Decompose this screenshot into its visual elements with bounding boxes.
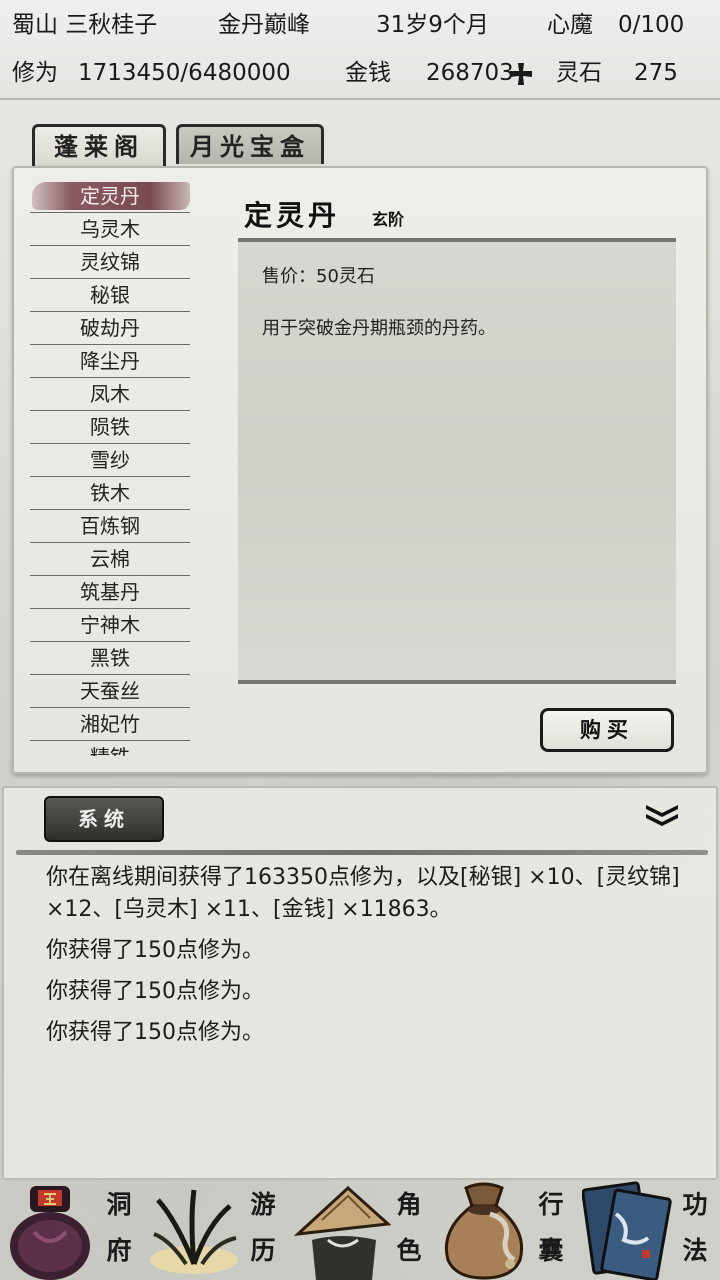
money-label: 金钱 (345, 60, 391, 86)
shop-item-label: 破劫丹 (80, 316, 140, 340)
money-value: 268703 (426, 60, 514, 86)
cave-bag-icon (10, 1186, 90, 1280)
log-line: 你获得了150点修为。 (46, 938, 264, 963)
shop-item-label: 筑基丹 (80, 580, 140, 604)
nav-travel-label-bottom: 历 (250, 1236, 276, 1265)
shop-item-label: 乌灵木 (80, 217, 140, 241)
shop-item[interactable]: 秘银 (30, 279, 190, 312)
cultivation-value: 1713450/6480000 (78, 60, 291, 86)
shop-item-label: 铁木 (90, 481, 130, 505)
shop-item[interactable]: 筑基丹 (30, 576, 190, 609)
nav-travel-label-top: 游 (250, 1190, 276, 1219)
log-line: 你在离线期间获得了163350点修为，以及[秘银] ×10、[灵纹锦] ×12、… (46, 865, 680, 922)
message-log-panel: 系统 你在离线期间获得了163350点修为，以及[秘银] ×10、[灵纹锦] ×… (2, 786, 718, 1180)
shop-item[interactable]: 降尘丹 (30, 345, 190, 378)
shop-item-label: 宁神木 (80, 613, 140, 637)
straw-hat-icon (293, 1185, 392, 1280)
scroll-books-icon (582, 1181, 672, 1280)
log-line: 你获得了150点修为。 (46, 1020, 264, 1045)
shop-item-label: 雪纱 (90, 448, 130, 472)
shop-item-label: 百炼钢 (80, 514, 140, 538)
bottom-nav: 洞 府 游 历 角 色 行 囊 功 法 (0, 1180, 720, 1280)
nav-character[interactable]: 角 色 (292, 1180, 434, 1280)
shop-panel: 定灵丹乌灵木灵纹锦秘银破劫丹降尘丹凤木陨铁雪纱铁木百炼钢云棉筑基丹宁神木黑铁天蚕… (12, 166, 708, 774)
shop-item[interactable]: 湘妃竹 (30, 708, 190, 741)
item-grade: 玄阶 (372, 210, 405, 229)
shop-item-label: 灵纹锦 (80, 250, 140, 274)
nav-cave-label-top: 洞 (106, 1190, 132, 1219)
shop-item-label: 天蚕丝 (80, 679, 140, 703)
demon-label: 心魔 (547, 12, 593, 38)
double-chevron-down-icon[interactable] (644, 802, 680, 828)
cultivation-label: 修为 (12, 60, 58, 86)
shop-item-label: 秘银 (90, 283, 130, 307)
nav-inventory-label-top: 行 (538, 1190, 564, 1219)
shop-item[interactable]: 云棉 (30, 543, 190, 576)
age-text: 31岁9个月 (376, 12, 489, 38)
shop-item[interactable]: 宁神木 (30, 609, 190, 642)
shop-item-label: 精铁 (90, 745, 130, 756)
plus-icon[interactable] (508, 61, 534, 87)
nav-character-label-top: 角 (396, 1190, 422, 1219)
item-price: 售价：50灵石 (262, 266, 375, 287)
nav-inventory-label-bottom: 囊 (538, 1236, 564, 1265)
item-description: 用于突破金丹期瓶颈的丹药。 (262, 318, 496, 339)
shop-item[interactable]: 雪纱 (30, 444, 190, 477)
nav-character-label-bottom: 色 (396, 1236, 422, 1265)
spirit-stone-label: 灵石 (556, 60, 602, 86)
shop-item-label: 凤木 (90, 382, 130, 406)
shop-item[interactable]: 陨铁 (30, 411, 190, 444)
shop-item[interactable]: 黑铁 (30, 642, 190, 675)
nav-skills-label-bottom: 法 (682, 1236, 708, 1265)
realm-text: 金丹巅峰 (218, 12, 310, 38)
demon-value: 0/100 (618, 12, 685, 38)
buy-button[interactable]: 购买 (540, 708, 674, 752)
shop-item-label: 湘妃竹 (80, 712, 140, 736)
nav-skills-label-top: 功 (682, 1190, 708, 1219)
tab-penglai[interactable]: 蓬莱阁 (32, 124, 166, 168)
shop-item[interactable]: 凤木 (30, 378, 190, 411)
nav-skills[interactable]: 功 法 (580, 1180, 720, 1280)
nav-inventory[interactable]: 行 囊 (436, 1180, 578, 1280)
shop-item-label: 降尘丹 (80, 349, 140, 373)
money-pouch-icon (444, 1182, 524, 1280)
spirit-stone-value: 275 (634, 60, 678, 86)
shop-item-label: 云棉 (90, 547, 130, 571)
shop-item[interactable]: 破劫丹 (30, 312, 190, 345)
shop-item-label: 陨铁 (90, 415, 130, 439)
log-divider (16, 850, 708, 855)
item-name: 定灵丹 (244, 199, 341, 232)
grass-icon (150, 1189, 238, 1274)
shop-item[interactable]: 铁木 (30, 477, 190, 510)
shop-item-label: 定灵丹 (80, 184, 140, 208)
item-list[interactable]: 定灵丹乌灵木灵纹锦秘银破劫丹降尘丹凤木陨铁雪纱铁木百炼钢云棉筑基丹宁神木黑铁天蚕… (30, 180, 190, 756)
item-detail-box: 售价：50灵石 用于突破金丹期瓶颈的丹药。 (238, 238, 676, 684)
log-line: 你获得了150点修为。 (46, 979, 264, 1004)
tab-moonlight-box[interactable]: 月光宝盒 (176, 124, 324, 164)
location-text: 蜀山 三秋桂子 (12, 12, 158, 38)
shop-item[interactable]: 精铁 (30, 741, 190, 756)
nav-cave-label-bottom: 府 (106, 1236, 132, 1265)
shop-item[interactable]: 天蚕丝 (30, 675, 190, 708)
nav-travel[interactable]: 游 历 (146, 1180, 288, 1280)
nav-cave[interactable]: 洞 府 (0, 1180, 142, 1280)
shop-item[interactable]: 定灵丹 (30, 180, 190, 213)
shop-item[interactable]: 百炼钢 (30, 510, 190, 543)
tab-system[interactable]: 系统 (44, 796, 164, 842)
shop-item[interactable]: 灵纹锦 (30, 246, 190, 279)
status-bar: 蜀山 三秋桂子 金丹巅峰 31岁9个月 心魔 0/100 修为 1713450/… (0, 0, 720, 100)
shop-item[interactable]: 乌灵木 (30, 213, 190, 246)
shop-item-label: 黑铁 (90, 646, 130, 670)
log-lines: 你在离线期间获得了163350点修为，以及[秘银] ×10、[灵纹锦] ×12、… (46, 862, 686, 1058)
